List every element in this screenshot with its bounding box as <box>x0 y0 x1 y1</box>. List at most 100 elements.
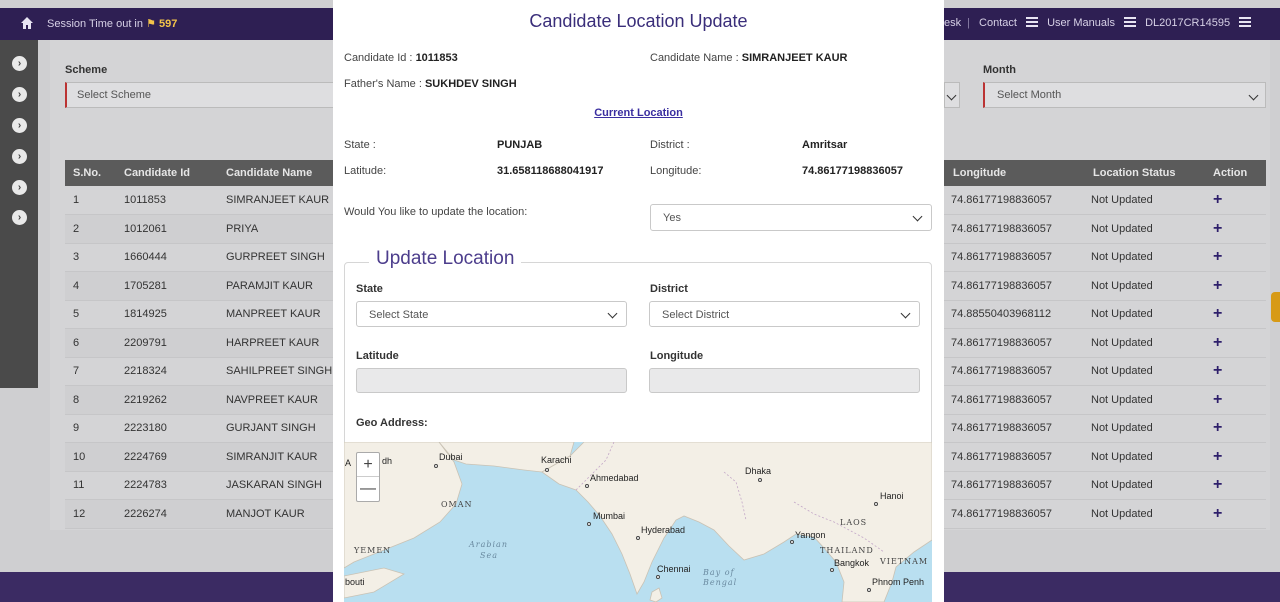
district-label: District : <box>650 139 690 151</box>
row-sno: 7 <box>65 357 116 386</box>
contact-link[interactable]: Contact <box>979 17 1017 29</box>
table-row: 12 2226274 MANJOT KAUR <box>65 499 333 529</box>
update-location-select[interactable]: Yes <box>650 204 932 231</box>
candidate-id-value: 1011853 <box>415 52 458 64</box>
row-action: + <box>1204 214 1266 244</box>
add-icon[interactable]: + <box>1213 362 1222 379</box>
row-longitude: 74.86177198836057 <box>944 471 1084 500</box>
map-label: Karachi <box>541 455 572 465</box>
feedback-tab[interactable] <box>1271 292 1280 322</box>
candidate-table: S.No. Candidate Id Candidate Name 1 10118… <box>65 160 333 529</box>
table-row: 74.86177198836057 Not Updated + <box>944 385 1266 415</box>
row-candidate-id: 2219262 <box>116 385 218 415</box>
location-map[interactable]: + — A dh Dubai Karachi Ahmedabad Dhaka O… <box>344 442 932 602</box>
month-select[interactable]: Select Month <box>983 82 1266 108</box>
table-row: 9 2223180 GURJANT SINGH <box>65 414 333 443</box>
sidebar-expand-icon[interactable]: › <box>12 87 27 102</box>
row-candidate-id: 2226274 <box>116 499 218 529</box>
row-candidate-name: PRIYA <box>218 214 333 244</box>
row-candidate-id: 2224769 <box>116 442 218 472</box>
candidate-table-right: Longitude Location Status Action 74.8617… <box>944 160 1266 529</box>
row-action: + <box>1204 442 1266 472</box>
user-id[interactable]: DL2017CR14595 <box>1145 17 1230 29</box>
add-icon[interactable]: + <box>1213 448 1222 465</box>
add-icon[interactable]: + <box>1213 277 1222 294</box>
map-label: Hyderabad <box>641 525 686 535</box>
zoom-out-button[interactable]: — <box>357 477 379 501</box>
map-label: Chennai <box>657 564 691 574</box>
map-label: Yangon <box>795 530 826 540</box>
column-header: Location Status <box>1084 160 1204 186</box>
add-icon[interactable]: + <box>1213 476 1222 493</box>
geo-address-label: Geo Address: <box>356 417 428 429</box>
add-icon[interactable]: + <box>1213 248 1222 265</box>
row-candidate-name: GURPREET SINGH <box>218 243 333 272</box>
latitude-input[interactable] <box>356 368 627 393</box>
row-sno: 1 <box>65 186 116 215</box>
city-marker <box>874 502 878 506</box>
table-row: 10 2224769 SIMRANJIT KAUR <box>65 442 333 472</box>
zoom-in-button[interactable]: + <box>357 453 379 477</box>
helpdesk-link[interactable]: esk <box>944 17 961 29</box>
row-sno: 4 <box>65 271 116 301</box>
longitude-input[interactable] <box>649 368 920 393</box>
table-row: 7 2218324 SAHILPREET SINGH <box>65 357 333 386</box>
row-sno: 5 <box>65 300 116 329</box>
add-icon[interactable]: + <box>1213 191 1222 208</box>
new-latitude-label: Latitude <box>356 350 399 362</box>
row-candidate-id: 2223180 <box>116 414 218 443</box>
add-icon[interactable]: + <box>1213 505 1222 522</box>
row-location-status: Not Updated <box>1084 271 1204 301</box>
candidate-id-label: Candidate Id : <box>344 52 413 64</box>
menu-icon[interactable] <box>1124 17 1137 27</box>
row-candidate-name: SIMRANJEET KAUR <box>218 186 333 215</box>
update-location-legend: Update Location <box>369 248 522 270</box>
table-row: 4 1705281 PARAMJIT KAUR <box>65 271 333 301</box>
add-icon[interactable]: + <box>1213 419 1222 436</box>
chevron-down-icon <box>912 211 923 222</box>
row-location-status: Not Updated <box>1084 385 1204 415</box>
filter-select[interactable] <box>944 82 960 108</box>
current-location-link[interactable]: Current Location <box>333 107 944 119</box>
row-location-status: Not Updated <box>1084 499 1204 529</box>
home-icon[interactable] <box>20 16 34 30</box>
menu-icon[interactable] <box>1026 17 1039 27</box>
map-label: dh <box>382 456 393 466</box>
city-marker <box>636 536 640 540</box>
row-candidate-id: 1660444 <box>116 243 218 272</box>
location-update-modal: Candidate Location Update Candidate Id :… <box>333 0 944 602</box>
district-select[interactable]: Select District <box>649 301 920 327</box>
state-label: State : <box>344 139 376 151</box>
add-icon[interactable]: + <box>1213 334 1222 351</box>
row-candidate-id: 2224783 <box>116 471 218 500</box>
chevron-down-icon <box>1248 90 1259 101</box>
sidebar-expand-icon[interactable]: › <box>12 149 27 164</box>
sidebar-expand-icon[interactable]: › <box>12 210 27 225</box>
row-longitude: 74.86177198836057 <box>944 499 1084 529</box>
chevron-down-icon <box>900 308 911 319</box>
table-row: 74.86177198836057 Not Updated + <box>944 243 1266 272</box>
table-row: 74.86177198836057 Not Updated + <box>944 414 1266 443</box>
city-marker <box>758 478 762 482</box>
row-candidate-name: JASKARAN SINGH <box>218 471 333 500</box>
user-manuals-link[interactable]: User Manuals <box>1047 17 1115 29</box>
row-action: + <box>1204 271 1266 301</box>
add-icon[interactable]: + <box>1213 305 1222 322</box>
row-candidate-id: 1011853 <box>116 186 218 215</box>
sidebar-expand-icon[interactable]: › <box>12 56 27 71</box>
sidebar-expand-icon[interactable]: › <box>12 180 27 195</box>
table-row: 2 1012061 PRIYA <box>65 214 333 244</box>
sidebar: › › › › › › <box>0 40 38 388</box>
add-icon[interactable]: + <box>1213 391 1222 408</box>
map-label: THAILAND <box>820 546 874 555</box>
menu-icon[interactable] <box>1239 17 1252 27</box>
table-row: 74.86177198836057 Not Updated + <box>944 328 1266 358</box>
row-action: + <box>1204 385 1266 415</box>
row-sno: 2 <box>65 214 116 244</box>
state-select[interactable]: Select State <box>356 301 627 327</box>
sidebar-expand-icon[interactable]: › <box>12 118 27 133</box>
add-icon[interactable]: + <box>1213 220 1222 237</box>
chevron-down-icon <box>946 90 957 101</box>
row-longitude: 74.86177198836057 <box>944 214 1084 244</box>
scheme-select[interactable]: Select Scheme <box>65 82 345 108</box>
